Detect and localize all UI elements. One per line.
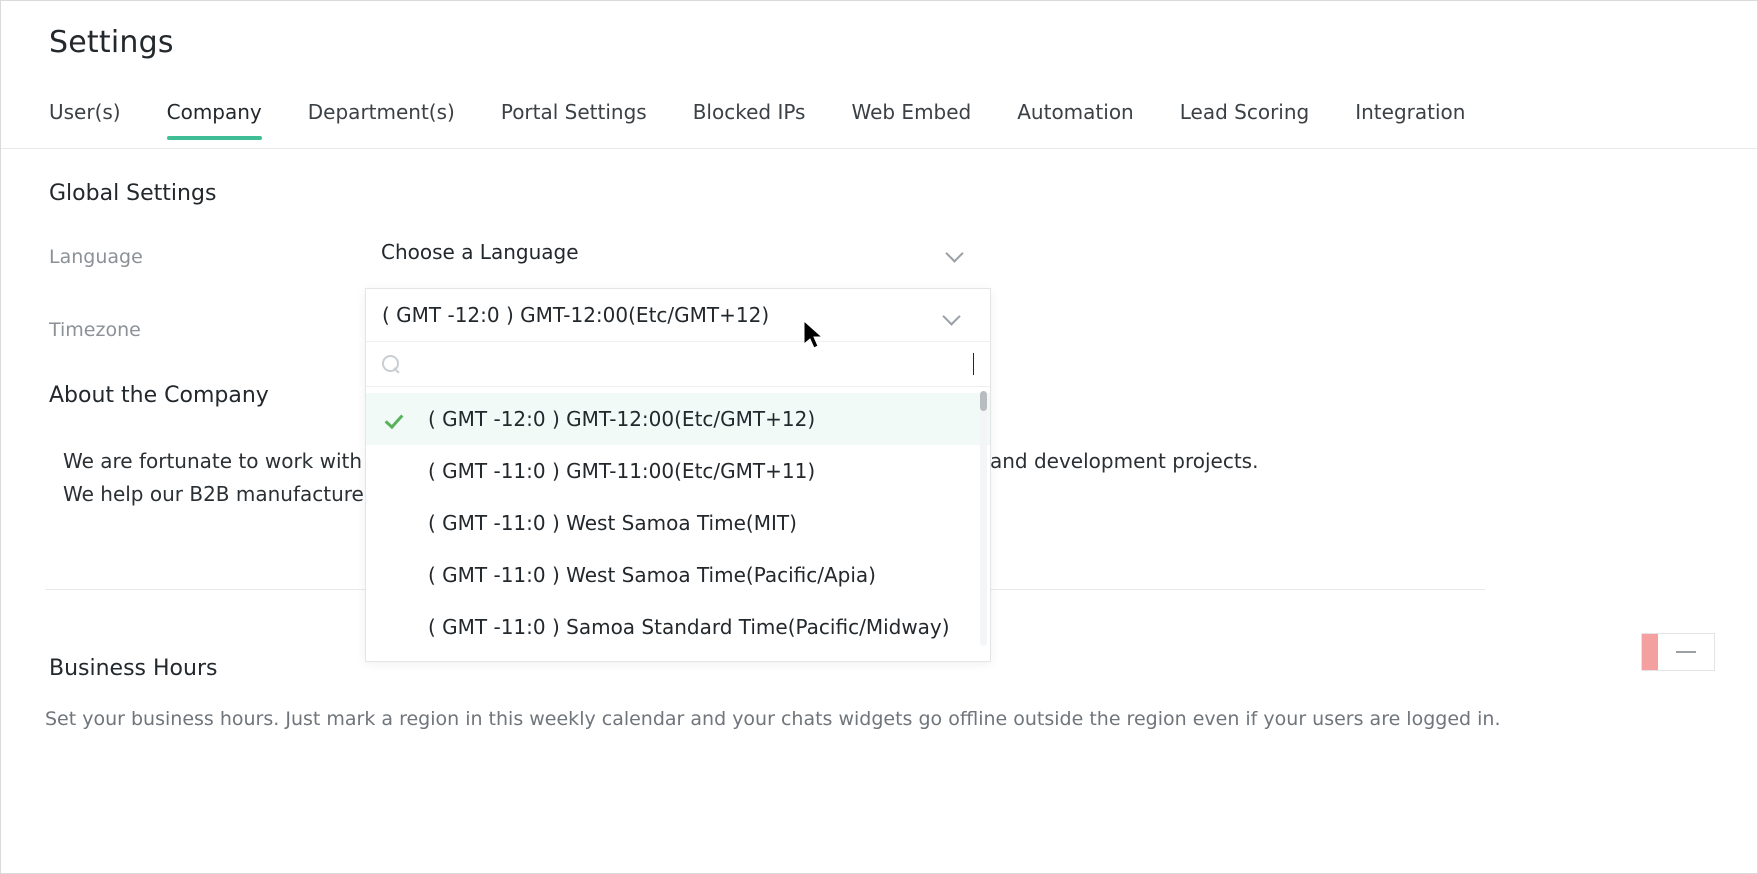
timezone-option-list: ( GMT -12:0 ) GMT-12:00(Etc/GMT+12) ( GMT… (366, 387, 990, 661)
timezone-option-label: ( GMT -11:0 ) GMT-11:00(Etc/GMT+11) (428, 459, 815, 483)
check-icon (386, 565, 410, 585)
chevron-down-icon (944, 310, 962, 320)
dropdown-scrollbar-thumb[interactable] (980, 391, 987, 411)
tab-portal-settings[interactable]: Portal Settings (501, 99, 647, 139)
timezone-search-row (366, 342, 990, 387)
timezone-option[interactable]: ( GMT -11:0 ) Samoa Standard Time(Pacifi… (366, 601, 990, 653)
timezone-option-label: ( GMT -12:0 ) GMT-12:00(Etc/GMT+12) (428, 407, 815, 431)
search-icon (382, 355, 401, 374)
text-caret (973, 353, 974, 375)
timezone-search-input[interactable] (411, 342, 971, 386)
tab-web-embed[interactable]: Web Embed (851, 99, 971, 139)
business-hours-heading: Business Hours (49, 656, 217, 681)
tab-integration[interactable]: Integration (1355, 99, 1465, 139)
check-icon (386, 409, 410, 429)
check-icon (386, 461, 410, 481)
page-title: Settings (49, 25, 174, 60)
settings-page: Settings User(s) Company Department(s) Port… (0, 0, 1758, 874)
offline-color-swatch (1642, 634, 1658, 670)
language-select[interactable]: Choose a Language (381, 229, 993, 275)
check-icon (386, 513, 410, 533)
timezone-dropdown-control[interactable]: ( GMT -12:0 ) GMT-12:00(Etc/GMT+12) (366, 289, 990, 342)
remove-region-button[interactable] (1658, 634, 1714, 670)
timezone-option-label: ( GMT -11:0 ) West Samoa Time(MIT) (428, 511, 797, 535)
timezone-option[interactable]: ( GMT -11:0 ) West Samoa Time(MIT) (366, 497, 990, 549)
tab-user-s[interactable]: User(s) (49, 99, 121, 139)
global-settings-heading: Global Settings (49, 181, 216, 206)
timezone-option[interactable]: ( GMT -11:0 ) GMT-11:00(Etc/GMT+11) (366, 445, 990, 497)
settings-tabbar: User(s) Company Department(s) Portal Settin… (1, 99, 1757, 149)
timezone-option[interactable]: ( GMT -11:0 ) West Samoa Time(Pacific/Ap… (366, 549, 990, 601)
timezone-option-label: ( GMT -11:0 ) West Samoa Time(Pacific/Ap… (428, 563, 876, 587)
check-icon (386, 617, 410, 637)
tab-department-s[interactable]: Department(s) (308, 99, 455, 139)
chevron-down-icon (947, 247, 965, 257)
tab-lead-scoring[interactable]: Lead Scoring (1180, 99, 1309, 139)
tab-automation[interactable]: Automation (1017, 99, 1133, 139)
tab-blocked-ips[interactable]: Blocked IPs (693, 99, 806, 139)
about-company-heading: About the Company (49, 383, 269, 408)
minus-icon (1676, 651, 1696, 653)
timezone-option[interactable]: ( GMT -12:0 ) GMT-12:00(Etc/GMT+12) (366, 393, 990, 445)
timezone-option-label: ( GMT -11:0 ) Samoa Standard Time(Pacifi… (428, 615, 950, 639)
timezone-dropdown: ( GMT -12:0 ) GMT-12:00(Etc/GMT+12) ( GM… (365, 288, 991, 662)
language-label: Language (49, 246, 143, 268)
business-hours-description: Set your business hours. Just mark a reg… (45, 706, 1515, 733)
timezone-selected-value: ( GMT -12:0 ) GMT-12:00(Etc/GMT+12) (382, 303, 769, 327)
tab-company[interactable]: Company (167, 99, 262, 139)
timezone-label: Timezone (49, 319, 141, 341)
language-select-value: Choose a Language (381, 240, 579, 264)
business-hours-widget (1641, 633, 1715, 671)
dropdown-scrollbar[interactable] (980, 391, 987, 646)
